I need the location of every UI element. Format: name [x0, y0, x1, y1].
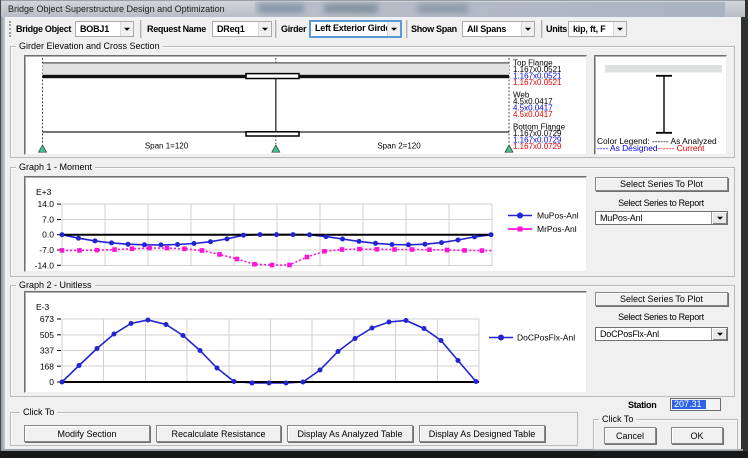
svg-text:E+3: E+3 — [36, 187, 52, 197]
svg-text:1.167x0.0729: 1.167x0.0729 — [513, 142, 562, 151]
svg-text:337: 337 — [40, 346, 54, 356]
svg-text:Span 2=120: Span 2=120 — [377, 142, 421, 151]
svg-text:505: 505 — [40, 330, 54, 340]
svg-text:4.5x0.0417: 4.5x0.0417 — [513, 110, 553, 119]
svg-text:0.0: 0.0 — [42, 230, 54, 240]
svg-text:168: 168 — [40, 361, 54, 371]
svg-text:MuPos-Anl: MuPos-Anl — [537, 211, 579, 221]
svg-text:-7.0: -7.0 — [39, 245, 54, 255]
svg-text:14.0: 14.0 — [37, 199, 54, 209]
svg-text:Span 1=120: Span 1=120 — [145, 142, 189, 151]
svg-text:673: 673 — [40, 314, 54, 324]
svg-text:7.0: 7.0 — [42, 214, 54, 224]
svg-text:-14.0: -14.0 — [35, 260, 55, 270]
svg-text:1.167x0.0521: 1.167x0.0521 — [513, 78, 562, 87]
svg-text:MrPos-Anl: MrPos-Anl — [537, 224, 577, 234]
svg-text:---- As Designed------ Current: ---- As Designed------ Current — [597, 143, 705, 153]
svg-text:E-3: E-3 — [36, 302, 50, 312]
svg-text:0: 0 — [49, 377, 54, 387]
svg-text:DoCPosFlx-Anl: DoCPosFlx-Anl — [517, 333, 575, 343]
